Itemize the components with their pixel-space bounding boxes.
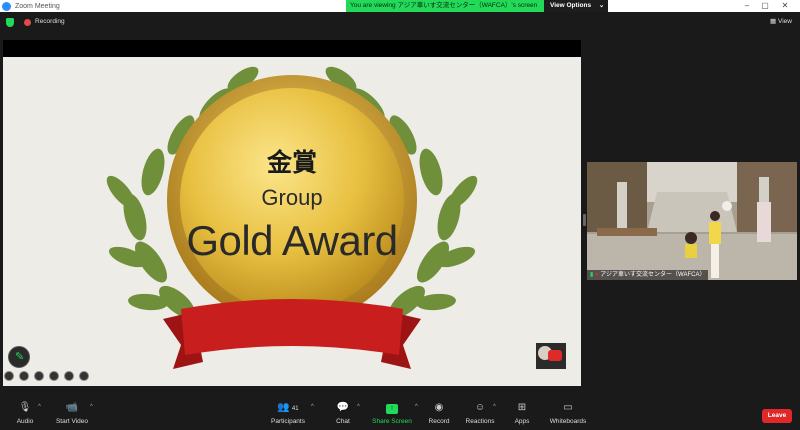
participant-name-tag: ▮ ● アジア車いす交流センター（WAFCA） <box>587 270 709 280</box>
meeting-toolbar: 🎙 Audio ^ 📹 Start Video ^ 👥 41 Participan… <box>0 397 800 430</box>
chevron-down-icon: ⌄ <box>598 2 605 9</box>
view-options-button[interactable]: View Options ⌄ <box>544 0 608 12</box>
whiteboard-icon: ▭ <box>563 402 573 413</box>
record-button[interactable]: ◉ Record <box>426 402 452 425</box>
reactions-icon: ☺ <box>474 402 486 413</box>
start-video-button[interactable]: 📹 Start Video <box>54 402 90 425</box>
share-screen-label: Share Screen <box>372 418 412 425</box>
window-titlebar: Zoom Meeting You are viewing アジア車いす交流センタ… <box>0 0 800 12</box>
participants-button[interactable]: 👥 41 Participants <box>266 402 310 425</box>
signal-icon: ▮ <box>590 272 594 278</box>
view-button[interactable]: ▦ View <box>770 17 792 25</box>
audio-chevron-up-icon[interactable]: ^ <box>38 404 41 410</box>
annotate-pen-button[interactable]: ✎ <box>8 346 30 368</box>
maximize-icon[interactable]: ▢ <box>756 0 774 12</box>
meeting-status-bar: Recording ▦ View <box>0 12 800 32</box>
chat-button[interactable]: 💬 Chat <box>330 402 356 425</box>
whiteboards-button[interactable]: ▭ Whiteboards <box>548 402 588 425</box>
share-screen-button[interactable]: ↑ Share Screen <box>370 402 414 425</box>
chat-label: Chat <box>336 418 350 425</box>
shared-slide: 金賞 Group Gold Award <box>3 57 581 386</box>
chat-icon: 💬 <box>336 402 350 413</box>
start-video-label: Start Video <box>55 418 89 425</box>
annotation-mini-toolbar <box>4 371 89 383</box>
participants-chevron-up-icon[interactable]: ^ <box>311 404 314 410</box>
leave-button[interactable]: Leave <box>762 409 792 423</box>
apps-label: Apps <box>514 418 530 425</box>
pen-tool-icon[interactable] <box>19 371 29 381</box>
view-label: View <box>778 18 792 25</box>
view-options-label: View Options <box>550 2 592 9</box>
participant-name: アジア車いす交流センター（WAFCA） <box>600 272 706 278</box>
viewing-banner: You are viewing アジア車いす交流センター（WAFCA）'s sc… <box>346 0 608 12</box>
resize-handle[interactable] <box>583 214 586 226</box>
microphone-icon: 🎙 <box>18 402 32 413</box>
share-chevron-up-icon[interactable]: ^ <box>415 404 418 410</box>
mic-muted-icon: ● <box>594 272 599 278</box>
ribbon-icon <box>163 299 421 369</box>
viewing-banner-text: You are viewing アジア車いす交流センター（WAFCA）'s sc… <box>346 0 544 12</box>
participants-label: Participants <box>271 418 305 425</box>
close-icon[interactable]: ✕ <box>776 0 794 12</box>
participants-count: 41 <box>291 406 299 412</box>
reactions-chevron-up-icon[interactable]: ^ <box>493 404 496 410</box>
apps-icon: ⊞ <box>517 402 527 413</box>
reactions-button[interactable]: ☺ Reactions <box>464 402 496 425</box>
self-view-thumbnail[interactable] <box>536 343 566 369</box>
video-off-icon[interactable] <box>49 371 59 381</box>
audio-label: Audio <box>16 418 34 425</box>
apps-button[interactable]: ⊞ Apps <box>510 402 534 425</box>
whiteboards-label: Whiteboards <box>549 418 587 425</box>
audio-button[interactable]: 🎙 Audio <box>10 402 40 425</box>
video-camera-icon <box>548 350 562 361</box>
view-grid-icon: ▦ <box>770 18 777 25</box>
recording-icon <box>24 19 31 26</box>
forward-arrow-icon[interactable] <box>79 371 89 381</box>
caption-icon[interactable] <box>34 371 44 381</box>
reactions-label: Reactions <box>465 418 495 425</box>
share-screen-icon: ↑ <box>386 404 398 414</box>
participants-icon: 👥 41 <box>277 402 299 413</box>
more-icon[interactable] <box>64 371 74 381</box>
video-chevron-up-icon[interactable]: ^ <box>90 404 93 410</box>
zoom-logo-icon <box>2 1 11 11</box>
slide-award-text: Gold Award <box>186 217 398 264</box>
back-arrow-icon[interactable] <box>4 371 14 381</box>
record-icon: ◉ <box>434 402 444 413</box>
minimize-icon[interactable]: – <box>738 0 756 12</box>
slide-japanese-title: 金賞 <box>266 148 317 177</box>
shield-icon[interactable] <box>6 18 14 27</box>
window-title: Zoom Meeting <box>15 2 60 10</box>
chat-chevron-up-icon[interactable]: ^ <box>357 404 360 410</box>
slide-group-text: Group <box>261 185 323 210</box>
record-label: Record <box>428 418 450 425</box>
video-off-icon: 📹 <box>65 402 79 413</box>
recording-label: Recording <box>35 18 65 25</box>
participant-video-tile[interactable]: ▮ ● アジア車いす交流センター（WAFCA） <box>587 162 797 280</box>
pen-icon: ✎ <box>15 351 25 363</box>
venue-video-image <box>587 162 797 280</box>
